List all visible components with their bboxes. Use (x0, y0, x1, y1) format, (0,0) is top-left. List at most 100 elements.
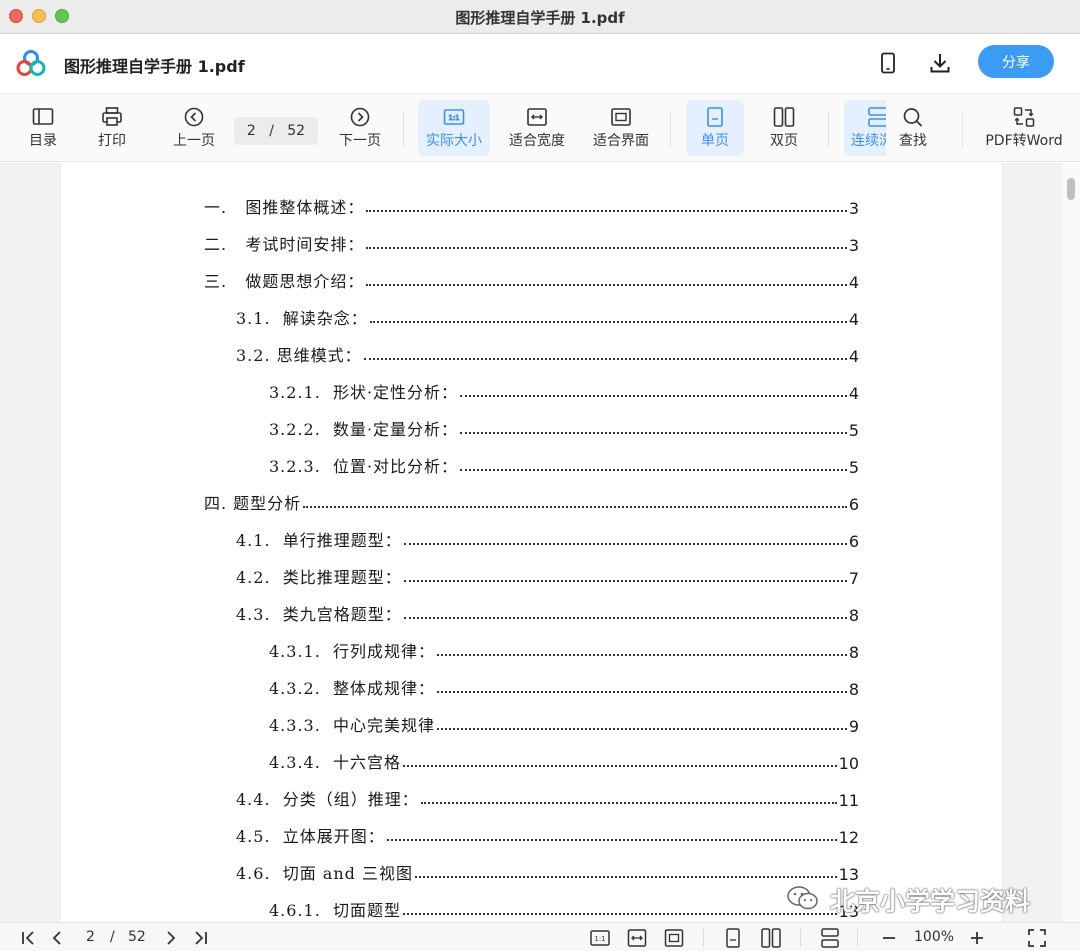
toc-entry[interactable]: 4.3.4. 十六宫格 10 (269, 749, 859, 773)
toc-entry[interactable]: 一. 图推整体概述： 3 (204, 194, 859, 218)
toc-entry[interactable]: 4.3.1. 行列成规律： 8 (269, 638, 859, 662)
fullscreen-icon[interactable] (1026, 927, 1048, 949)
prev-page-button[interactable]: 上一页 (166, 100, 222, 156)
single-page-label: 单页 (701, 133, 729, 149)
toc-entry[interactable]: 4.1. 单行推理题型： 6 (236, 527, 859, 551)
toc-entry[interactable]: 三. 做题思想介绍： 4 (204, 268, 859, 292)
bottom-divider (800, 929, 801, 947)
toc-entry-page: 5 (848, 458, 859, 477)
toc-entry[interactable]: 3.1. 解读杂念： 4 (236, 305, 859, 329)
page-number-input[interactable]: 2 / 52 (234, 117, 318, 145)
toc-entry-title: 4.6. 切面 and 三视图 (236, 864, 413, 883)
continuous-small-icon[interactable] (819, 927, 841, 949)
first-page-icon[interactable] (18, 927, 40, 949)
toc-entry-page: 4 (848, 273, 859, 292)
toc-entry-title: 4.1. 单行推理题型： (236, 531, 402, 550)
toc-entry-page: 9 (848, 717, 859, 736)
toc-dot-leader (386, 839, 837, 841)
toc-entry[interactable]: 3.2. 思维模式： 4 (236, 342, 859, 366)
scrollbar-thumb[interactable] (1067, 178, 1075, 200)
toc-dot-leader (460, 395, 847, 397)
toc-entry[interactable]: 二. 考试时间安排： 3 (204, 231, 859, 255)
toc-entry-page: 11 (838, 791, 859, 810)
vertical-scrollbar[interactable] (1062, 163, 1080, 922)
next-page-button[interactable]: 下一页 (332, 100, 388, 156)
toc-entry-page: 8 (848, 643, 859, 662)
fit-width-icon (527, 108, 547, 126)
next-page-small-icon[interactable] (160, 927, 182, 949)
toc-entry[interactable]: 4.6.1. 切面题型 13 (269, 897, 859, 921)
toc-entry[interactable]: 4.3.2. 整体成规律： 8 (269, 675, 859, 699)
pdf-to-word-button[interactable]: PDF转Word (982, 100, 1066, 156)
actual-size-small-icon[interactable]: 1:1 (589, 927, 611, 949)
zoom-level[interactable]: 100% (914, 929, 954, 945)
single-page-small-icon[interactable] (722, 927, 744, 949)
catalog-button[interactable]: 目录 (18, 100, 68, 156)
toc-entry-page: 4 (848, 384, 859, 403)
toc-entry[interactable]: 3.2.3. 位置·对比分析： 5 (269, 453, 859, 477)
toc-entry[interactable]: 4.5. 立体展开图： 12 (236, 823, 859, 847)
continuous-button[interactable]: 连续浏览 (844, 100, 886, 156)
zoom-in-icon[interactable] (966, 927, 988, 949)
double-page-small-icon[interactable] (760, 927, 782, 949)
print-icon (102, 107, 122, 126)
document-viewport[interactable]: 一. 图推整体概述： 3 二. 考试时间安排： 3 三. 做题思想介绍： 4 3.1. 解读… (0, 163, 1080, 922)
pdf-to-word-label: PDF转Word (985, 133, 1063, 149)
toc-entry[interactable]: 3.2.1. 形状·定性分析： 4 (269, 379, 859, 403)
toc-entry-title: 4.3. 类九宫格题型： (236, 605, 402, 624)
toc-dot-leader (403, 617, 847, 619)
toolbar-divider (670, 112, 671, 148)
toc-entry[interactable]: 4.2. 类比推理题型： 7 (236, 564, 859, 588)
zoom-out-icon[interactable] (878, 927, 900, 949)
toc-entry-page: 6 (848, 495, 859, 514)
toc-entry[interactable]: 4.4. 分类（组）推理： 11 (236, 786, 859, 810)
fit-width-small-icon[interactable] (626, 927, 648, 949)
bottom-current-page[interactable]: 2 (86, 929, 95, 945)
toc-entry-page: 5 (848, 421, 859, 440)
toolbar-divider (962, 112, 963, 148)
fit-width-button[interactable]: 适合宽度 (504, 100, 570, 156)
window-title: 图形推理自学手册 1.pdf (455, 9, 625, 27)
single-page-button[interactable]: 单页 (686, 100, 744, 156)
double-page-button[interactable]: 双页 (758, 100, 810, 156)
fit-width-label: 适合宽度 (509, 133, 565, 149)
toc-entry-page: 3 (848, 199, 859, 218)
toc-entry[interactable]: 4.3.3. 中心完美规律 9 (269, 712, 859, 736)
bottom-total-pages: 52 (128, 929, 146, 945)
toc-dot-leader (403, 580, 847, 582)
toc-entry-page: 4 (848, 310, 859, 329)
pdf-page: 一. 图推整体概述： 3 二. 考试时间安排： 3 三. 做题思想介绍： 4 3.1. 解读… (61, 163, 1002, 922)
prev-page-small-icon[interactable] (46, 927, 68, 949)
phone-icon[interactable] (876, 51, 900, 75)
catalog-icon (32, 108, 54, 125)
current-page-value: 2 (246, 123, 256, 139)
toc-dot-leader (436, 654, 847, 656)
print-button[interactable]: 打印 (88, 100, 136, 156)
toc-dot-leader (366, 210, 847, 212)
double-page-label: 双页 (770, 133, 798, 149)
toc-entry-title: 一. 图推整体概述： (204, 198, 365, 217)
toolbar-divider (828, 112, 829, 148)
toc-dot-leader (366, 284, 847, 286)
download-icon[interactable] (928, 51, 952, 75)
actual-size-button[interactable]: 1:1 实际大小 (418, 100, 490, 156)
toolbar: 目录 打印 上一页 2 / 52 下一页 1:1 实际大小 适合宽度 适合界面 … (0, 94, 1080, 162)
toc-entry[interactable]: 4.3. 类九宫格题型： 8 (236, 601, 859, 625)
last-page-icon[interactable] (189, 927, 211, 949)
toc-entry[interactable]: 四. 题型分析 6 (204, 490, 859, 514)
svg-text:1:1: 1:1 (448, 114, 459, 122)
toc-entry[interactable]: 4.6. 切面 and 三视图 13 (236, 860, 859, 884)
print-label: 打印 (98, 133, 126, 149)
toc-dot-leader (460, 469, 847, 471)
share-button[interactable]: 分享 (978, 45, 1054, 78)
toc-dot-leader (414, 876, 837, 878)
fit-page-button[interactable]: 适合界面 (588, 100, 654, 156)
toc-entry-page: 8 (848, 606, 859, 625)
toolbar-divider (403, 112, 404, 148)
toc-entry-title: 4.3.3. 中心完美规律 (269, 716, 435, 735)
toc-entry-title: 4.3.1. 行列成规律： (269, 642, 435, 661)
toc-dot-leader (403, 543, 847, 545)
toc-entry[interactable]: 3.2.2. 数量·定量分析： 5 (269, 416, 859, 440)
search-button[interactable]: 查找 (888, 100, 938, 156)
fit-page-small-icon[interactable] (663, 927, 685, 949)
